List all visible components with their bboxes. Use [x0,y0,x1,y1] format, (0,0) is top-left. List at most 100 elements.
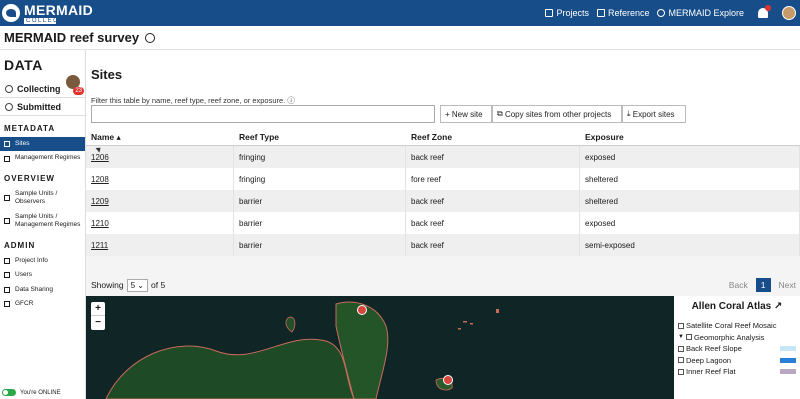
info-icon: ⓘ [287,96,295,105]
reef-zone-cell: back reef [406,146,580,168]
table-icon [4,218,10,225]
sidebar-section-overview: OVERVIEW [4,173,55,183]
globe-icon [145,32,156,43]
reef-zone-cell: back reef [406,234,580,256]
external-link-icon[interactable]: ↗ [774,301,782,312]
site-name-link[interactable]: 1210 [86,212,234,234]
sidebar: DATA 23 Collecting Submitted METADATA Si… [0,50,86,399]
sidebar-item-gfcr[interactable]: GFCR [0,297,85,311]
layer-checkbox[interactable] [678,322,684,329]
reef-zone-cell: back reef [406,190,580,212]
project-header: MERMAID reef survey [0,26,800,50]
caret-down-icon[interactable]: ▼ [678,334,684,340]
site-name-link[interactable]: 1208 [86,168,234,190]
sidebar-item-sample-units-management[interactable]: Sample Units / Management Regimes [0,210,85,233]
site-name-link[interactable]: 1206 [86,146,234,168]
new-site-button[interactable]: + New site [440,105,492,123]
management-regimes-icon [4,155,10,162]
project-title: MERMAID reef survey [4,30,140,45]
sites-map[interactable]: + − [86,296,674,399]
page-title: Sites [91,67,123,82]
atlas-layer-back-reef-slope[interactable]: Back Reef Slope [678,343,796,355]
atlas-layer-deep-lagoon[interactable]: Deep Lagoon [678,355,796,367]
sidebar-item-management-regimes[interactable]: Management Regimes [0,151,85,165]
online-toggle[interactable] [2,389,16,396]
reef-fragment [470,323,473,325]
table-body: 1206 fringing back reef exposed 1208 fri… [86,146,800,256]
table-row[interactable]: 1206 fringing back reef exposed [86,146,800,168]
showing-label: Showing [91,280,124,290]
logo-icon [2,4,20,22]
sidebar-item-sites[interactable]: Sites [0,137,85,152]
table-header: Name ▴ Reef Type Reef Zone Exposure [86,129,800,146]
site-name-link[interactable]: 1209 [86,190,234,212]
layer-checkbox[interactable] [685,334,692,341]
map-zoom-control: + − [91,302,105,330]
collecting-count-badge: 23 [73,87,84,95]
legend-swatch [780,369,796,375]
online-status: You're ONLINE [2,389,61,396]
user-avatar[interactable] [782,6,796,20]
pagination-back-button[interactable]: Back [729,280,748,290]
column-header-reef-type[interactable]: Reef Type [234,132,406,142]
pagination-next-button[interactable]: Next [779,280,796,290]
table-row[interactable]: 1211 barrier back reef semi-exposed [86,234,800,256]
zoom-in-button[interactable]: + [91,302,105,316]
zoom-out-button[interactable]: − [91,316,105,330]
export-sites-button[interactable]: ⤓ Export sites [622,105,686,123]
layer-checkbox[interactable] [678,345,684,352]
table-row[interactable]: 1208 fringing fore reef sheltered [86,168,800,190]
projects-icon [545,9,554,17]
table-row[interactable]: 1209 barrier back reef sheltered [86,190,800,212]
share-icon [4,286,10,293]
table-icon [4,195,10,202]
sidebar-item-data-sharing[interactable]: Data Sharing [0,283,85,297]
site-marker[interactable] [357,305,367,315]
sidebar-item-project-info[interactable]: Project Info [0,254,85,268]
main-content: Sites Filter this table by name, reef ty… [86,50,800,399]
notifications-bell-icon[interactable] [758,5,771,18]
atlas-layer-satellite-mosaic[interactable]: Satellite Coral Reef Mosaic [678,320,796,332]
reef-type-cell: fringing [234,146,406,168]
exposure-cell: exposed [580,212,800,234]
total-count-label: of 5 [151,280,166,290]
sidebar-item-sample-units-observers[interactable]: Sample Units / Observers [0,187,85,210]
column-header-name[interactable]: Name ▴ [86,132,234,143]
sidebar-data-label: DATA [4,57,43,73]
atlas-layer-inner-reef-flat[interactable]: Inner Reef Flat [678,366,796,378]
sites-icon [4,141,10,148]
site-name-link[interactable]: 1211 [86,234,234,256]
nav-reference[interactable]: Reference [596,8,649,18]
exposure-cell: exposed [580,146,800,168]
allen-coral-atlas-legend: Allen Coral Atlas ↗ Satellite Coral Reef… [674,296,800,399]
users-icon [4,272,10,279]
pagination-page-1[interactable]: 1 [755,278,771,292]
page-size-select[interactable]: 5 ⌄ [126,278,148,292]
legend-swatch [780,346,796,352]
copy-sites-button[interactable]: ⧉ Copy sites from other projects [492,105,622,123]
sites-header: Sites Filter this table by name, reef ty… [86,50,800,136]
info-icon [4,257,10,264]
column-header-exposure[interactable]: Exposure [580,132,800,142]
sidebar-header: DATA 23 [0,50,85,95]
top-app-bar: MERMAID COLLECT Projects Reference MERMA… [0,0,800,26]
exposure-cell: sheltered [580,190,800,212]
sidebar-item-users[interactable]: Users [0,268,85,282]
top-nav: Projects Reference MERMAID Explore [545,5,796,20]
filter-input[interactable] [91,105,435,123]
site-marker[interactable] [443,375,453,385]
logo-subtext: COLLECT [24,17,65,24]
exposure-cell: sheltered [580,168,800,190]
nav-explore[interactable]: MERMAID Explore [657,8,744,18]
mermaid-logo[interactable]: MERMAID COLLECT [2,3,93,24]
layer-checkbox[interactable] [678,368,684,375]
nav-projects[interactable]: Projects [545,8,589,18]
atlas-layer-geomorphic[interactable]: ▼ Geomorphic Analysis [678,332,796,344]
table-row[interactable]: 1210 barrier back reef exposed [86,212,800,234]
tab-submitted[interactable]: Submitted [0,98,85,116]
layer-checkbox[interactable] [678,357,684,364]
column-header-reef-zone[interactable]: Reef Zone [406,132,580,142]
sidebar-section-metadata: METADATA [4,124,56,133]
sites-table: Name ▴ Reef Type Reef Zone Exposure 1206… [86,129,800,256]
plus-icon: + [445,109,452,119]
